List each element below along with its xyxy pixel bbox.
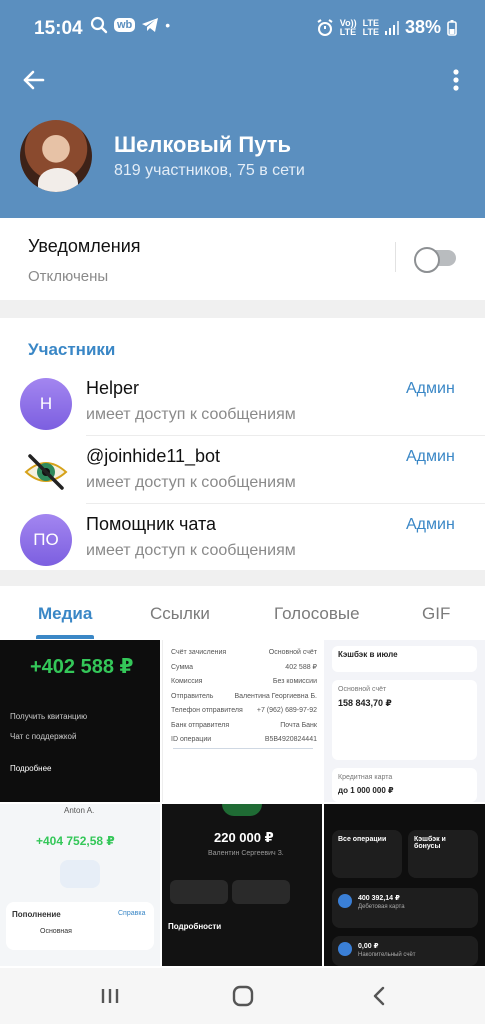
member-role-badge: Админ: [406, 516, 455, 533]
member-avatar: ПО: [20, 514, 72, 566]
tab-links[interactable]: Ссылки: [150, 604, 210, 624]
android-nav-bar: [0, 968, 485, 1024]
lte-icon: LTE LTE: [362, 17, 379, 37]
media-thumbnail[interactable]: 220 000 ₽ Валентин Сергеевич З. Подробно…: [162, 804, 322, 966]
member-status: имеет доступ к сообщениям: [86, 542, 296, 559]
tab-media[interactable]: Медиа: [38, 604, 92, 624]
member-avatar: H: [20, 378, 72, 430]
notifications-row[interactable]: Уведомления Отключены: [0, 218, 485, 300]
member-row[interactable]: ПО Помощник чата имеет доступ к сообщени…: [0, 504, 485, 572]
search-icon: [90, 16, 108, 34]
status-time: 15:04: [34, 18, 83, 39]
eye-crossed-icon: [24, 454, 68, 490]
media-thumbnail[interactable]: Все операции Кэшбэк и бонусы 400 392,14 …: [324, 804, 485, 966]
tab-indicator: [36, 635, 94, 639]
recent-apps-icon[interactable]: [96, 982, 124, 1010]
status-bar: 15:04 wb • Vo)) LTE LTE LTE 38%: [0, 0, 485, 56]
more-vertical-icon[interactable]: [448, 66, 464, 94]
alarm-icon: [317, 18, 333, 36]
battery-text: 38%: [404, 17, 441, 37]
telegram-icon: [142, 18, 159, 32]
members-section-title: Участники: [28, 340, 116, 359]
notifications-title: Уведомления: [28, 236, 141, 256]
dot-icon: •: [165, 17, 171, 33]
member-role-badge: Админ: [406, 448, 455, 465]
media-thumbnail[interactable]: +402 588 ₽ Получить квитанцию Чат с подд…: [0, 640, 160, 802]
media-thumbnail[interactable]: Anton A. +404 752,58 ₽ Пополнение Справк…: [0, 804, 160, 966]
chat-member-count: 819 участников, 75 в сети: [114, 162, 305, 179]
battery-icon: [447, 19, 457, 36]
tab-voice[interactable]: Голосовые: [274, 604, 360, 624]
chat-avatar[interactable]: [20, 120, 92, 192]
home-icon[interactable]: [229, 982, 257, 1010]
member-name: Помощник чата: [86, 514, 217, 534]
back-arrow-icon[interactable]: [20, 66, 48, 94]
back-icon[interactable]: [366, 982, 394, 1010]
notifications-toggle[interactable]: [414, 247, 456, 273]
tab-gif[interactable]: GIF: [422, 604, 450, 624]
media-tabs: Медиа Ссылки Голосовые GIF: [0, 586, 485, 640]
member-role-badge: Админ: [406, 380, 455, 397]
member-status: имеет доступ к сообщениям: [86, 474, 296, 491]
member-row[interactable]: @joinhide11_bot имеет доступ к сообщения…: [0, 436, 485, 504]
media-grid: +402 588 ₽ Получить квитанцию Чат с подд…: [0, 640, 485, 968]
media-thumbnail[interactable]: Кэшбэк в июле Основной счёт 158 843,70 ₽…: [324, 640, 485, 802]
signal-icon: [384, 20, 399, 35]
volte-icon: Vo)) LTE: [339, 17, 357, 37]
chat-header: 15:04 wb • Vo)) LTE LTE LTE 38% Шелковый…: [0, 0, 485, 218]
divider: [395, 242, 396, 272]
member-row[interactable]: H Helper имеет доступ к сообщениям Админ: [0, 368, 485, 436]
members-section: Участники H Helper имеет доступ к сообще…: [0, 318, 485, 570]
media-thumbnail[interactable]: Счёт зачисления Основной счёт Сумма 402 58…: [162, 640, 322, 802]
member-name: @joinhide11_bot: [86, 446, 221, 466]
member-name: Helper: [86, 378, 140, 398]
notifications-state: Отключены: [28, 268, 109, 285]
wb-app-icon: wb: [114, 18, 136, 32]
member-status: имеет доступ к сообщениям: [86, 406, 296, 423]
chat-title: Шелковый Путь: [114, 132, 292, 157]
